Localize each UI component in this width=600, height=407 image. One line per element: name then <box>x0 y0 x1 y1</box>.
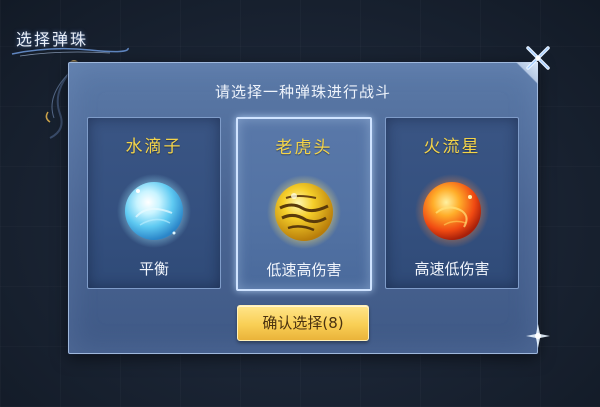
meteor-orb-icon <box>415 174 489 248</box>
marble-name: 水滴子 <box>125 137 183 157</box>
sparkle-icon <box>526 324 550 348</box>
marble-card-water[interactable]: 水滴子 平衡 <box>87 117 221 289</box>
water-orb-icon <box>117 174 191 248</box>
marble-description: 低速高伤害 <box>266 261 342 279</box>
marble-card-meteor[interactable]: 火流星 高速低伤害 <box>385 117 519 289</box>
select-prompt: 请选择一种弹珠进行战斗 <box>214 83 391 101</box>
marble-select-panel: 请选择一种弹珠进行战斗 水滴子 平衡 老虎头 低速高伤害 火流星 高速低伤害 确… <box>68 62 538 354</box>
tiger-orb-icon <box>267 175 341 249</box>
marble-card-tiger[interactable]: 老虎头 低速高伤害 <box>236 117 372 291</box>
confirm-button[interactable]: 确认选择(8) <box>237 305 369 341</box>
marble-description: 高速低伤害 <box>414 260 490 278</box>
marble-description: 平衡 <box>138 260 169 278</box>
marble-name: 火流星 <box>423 137 481 157</box>
marble-name: 老虎头 <box>275 138 333 158</box>
close-icon[interactable] <box>520 40 556 76</box>
